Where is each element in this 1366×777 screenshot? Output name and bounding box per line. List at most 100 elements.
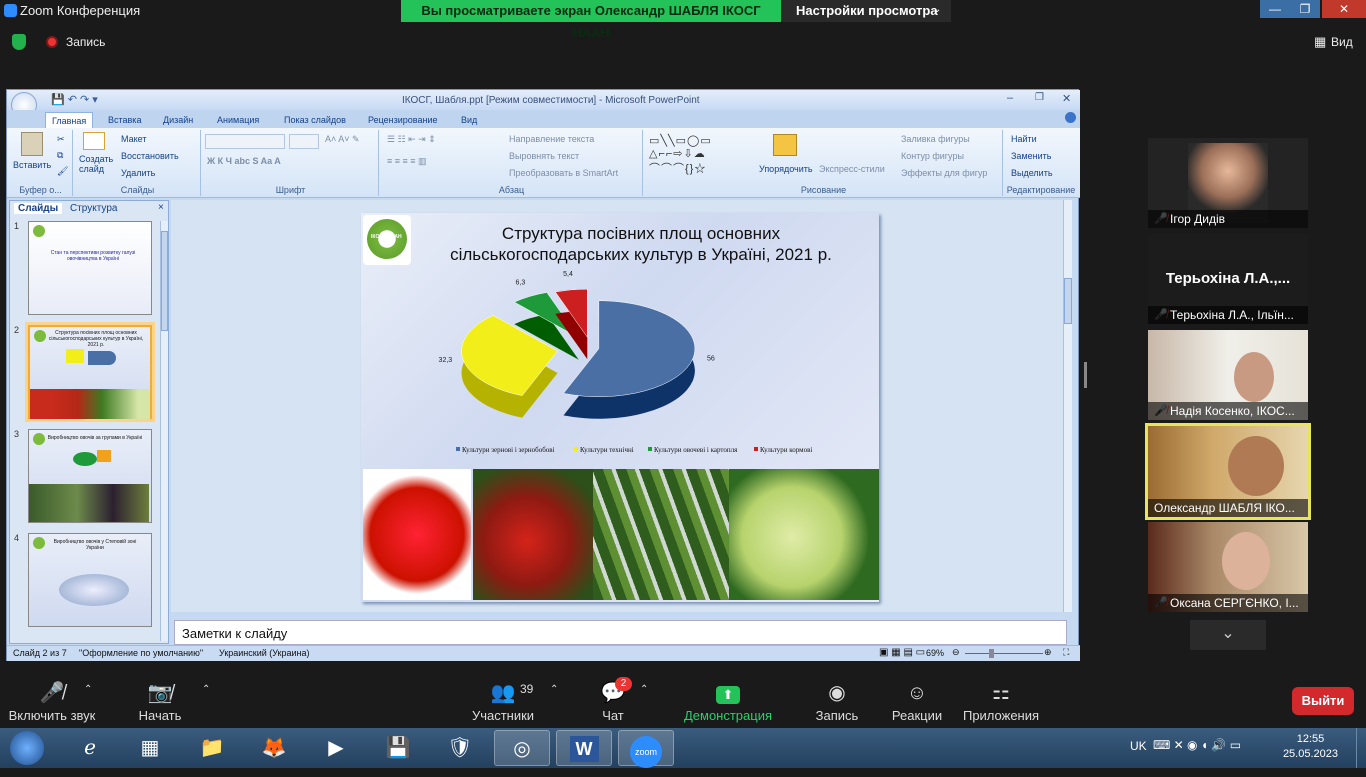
save-disk-icon[interactable]: 💾 bbox=[370, 730, 426, 766]
participant-tile[interactable]: 🎤̸ Надія Косенко, ІКОС... bbox=[1148, 330, 1308, 420]
clock[interactable]: 12:55 25.05.2023 bbox=[1283, 732, 1338, 762]
new-slide-button[interactable]: Создать слайд bbox=[79, 154, 113, 174]
fit-window-icon[interactable]: ⛶ bbox=[1063, 647, 1069, 658]
slide-thumbnail-2[interactable]: Структура посівних площ основних сільськ… bbox=[28, 325, 152, 419]
show-desktop-button[interactable] bbox=[1356, 728, 1366, 768]
tab-view[interactable]: Вид bbox=[455, 112, 483, 128]
view-grid-icon[interactable]: ▦ bbox=[1314, 34, 1326, 50]
tray-icons[interactable]: ⌨ ✕ ◉ ◖ 🔊 ▭ bbox=[1153, 738, 1241, 752]
list-buttons-icon[interactable]: ☰ ☷ ⇤ ⇥ ⇕ bbox=[387, 134, 436, 145]
delete-button[interactable]: Удалить bbox=[121, 168, 155, 178]
tab-design[interactable]: Дизайн bbox=[157, 112, 199, 128]
pane-close-icon[interactable]: × bbox=[158, 202, 164, 213]
chevron-up-icon[interactable]: ⌃ bbox=[84, 684, 92, 695]
shape-fill-button[interactable]: Заливка фигуры bbox=[901, 134, 970, 144]
align-buttons-icon[interactable]: ≡ ≡ ≡ ≡ ▥ bbox=[387, 156, 427, 167]
shape-outline-button[interactable]: Контур фигуры bbox=[901, 151, 964, 161]
chevron-up-icon[interactable]: ⌃ bbox=[640, 684, 648, 695]
participant-tile[interactable]: 🎤̸ Ігор Дидів bbox=[1148, 138, 1308, 228]
arrange-icon[interactable] bbox=[773, 134, 797, 156]
new-slide-icon[interactable] bbox=[83, 132, 105, 150]
chevron-up-icon[interactable]: ⌃ bbox=[202, 684, 210, 695]
participant-tile[interactable]: Терьохіна Л.А.,... 🎤̸ Терьохіна Л.А., Іл… bbox=[1148, 234, 1308, 324]
chevron-up-icon[interactable]: ⌃ bbox=[550, 684, 558, 695]
tab-insert[interactable]: Вставка bbox=[102, 112, 147, 128]
record-button[interactable]: ◉ Запись bbox=[814, 680, 860, 723]
reset-button[interactable]: Восстановить bbox=[121, 151, 179, 161]
maximize-button[interactable]: ❐ bbox=[1290, 0, 1320, 18]
close-button[interactable]: ✕ bbox=[1322, 0, 1366, 18]
zoom-in-icon[interactable]: ⊕ bbox=[1044, 647, 1052, 658]
select-button[interactable]: Выделить bbox=[1011, 168, 1053, 178]
start-button[interactable] bbox=[0, 730, 54, 766]
tab-home[interactable]: Главная bbox=[45, 112, 94, 128]
paste-icon[interactable] bbox=[21, 132, 43, 156]
ie-icon[interactable]: ℯ bbox=[62, 730, 118, 766]
leave-button[interactable]: Выйти bbox=[1292, 687, 1354, 715]
apps-button[interactable]: ⚏ Приложения bbox=[962, 680, 1040, 723]
layout-button[interactable]: Макет bbox=[121, 134, 146, 144]
slide-thumbnail-1[interactable]: Стан та перспективи розвитку галузі овоч… bbox=[28, 221, 152, 315]
cut-icon[interactable]: ✂ bbox=[57, 134, 65, 145]
unmute-button[interactable]: 🎤̸ Включить звук bbox=[8, 680, 96, 723]
tab-review[interactable]: Рецензирование bbox=[362, 112, 444, 128]
explorer-icon[interactable]: 📁 bbox=[184, 730, 240, 766]
word-icon[interactable]: W bbox=[556, 730, 612, 766]
ppt-close-button[interactable]: ✕ bbox=[1062, 92, 1071, 105]
slide-thumbnail-3[interactable]: Виробництво овочів за групами в Україні bbox=[28, 429, 152, 523]
minimize-button[interactable]: — bbox=[1260, 0, 1290, 18]
zoom-slider-handle[interactable] bbox=[989, 649, 994, 658]
slide-scroll-thumb[interactable] bbox=[1064, 278, 1072, 324]
font-name-field[interactable] bbox=[205, 134, 285, 149]
shapes-gallery[interactable]: ▭╲╲▭◯▭ △⌐⌐⇨⇩☁ ⌒⌒⌒{}☆ bbox=[649, 134, 712, 176]
chevron-down-icon[interactable]: ⌄ bbox=[1190, 620, 1266, 650]
slide-thumbnail-4[interactable]: Виробництво овочів у Степовій зоні Украї… bbox=[28, 533, 152, 627]
calculator-icon[interactable]: ▦ bbox=[122, 730, 178, 766]
shield-icon[interactable] bbox=[12, 34, 26, 50]
notes-field[interactable]: Заметки к слайду bbox=[174, 620, 1067, 645]
view-button[interactable]: Вид bbox=[1331, 35, 1353, 49]
pane-scrollbar[interactable] bbox=[160, 221, 168, 641]
format-painter-icon[interactable]: 🖌 bbox=[57, 166, 68, 177]
view-settings-button[interactable]: Настройки просмотра bbox=[796, 0, 938, 22]
arrange-button[interactable]: Упорядочить bbox=[759, 164, 813, 174]
font-format-buttons[interactable]: Ж К Ч abc S Aa A bbox=[207, 156, 281, 166]
zoom-slider[interactable] bbox=[965, 653, 1043, 654]
tab-slideshow[interactable]: Показ слайдов bbox=[278, 112, 352, 128]
ppt-restore-button[interactable]: ❐ bbox=[1035, 92, 1044, 103]
language-status[interactable]: Украинский (Украина) bbox=[219, 648, 310, 658]
quick-access-toolbar[interactable]: 💾 ↶ ↷ ▾ bbox=[51, 93, 98, 106]
smartart-button[interactable]: Преобразовать в SmartArt bbox=[509, 168, 618, 178]
participant-tile[interactable]: 🎤̸ Оксана СЕРГЄНКО, І... bbox=[1148, 522, 1308, 612]
help-icon[interactable] bbox=[1065, 112, 1076, 123]
slide-scrollbar[interactable] bbox=[1063, 200, 1072, 612]
pane-scroll-thumb[interactable] bbox=[161, 231, 168, 331]
replace-button[interactable]: Заменить bbox=[1011, 151, 1051, 161]
font-grow-icon[interactable]: A˄ A˅ ✎ bbox=[325, 134, 360, 145]
quick-styles-button[interactable]: Экспресс-стили bbox=[819, 164, 885, 174]
zoom-taskbar-icon[interactable]: zoom bbox=[618, 730, 674, 768]
copy-icon[interactable]: ⧉ bbox=[57, 150, 63, 161]
tab-outline[interactable]: Структура bbox=[70, 203, 117, 214]
splitter-handle[interactable] bbox=[1084, 362, 1087, 388]
font-size-field[interactable] bbox=[289, 134, 319, 149]
participant-tile-active-speaker[interactable]: Олександр ШАБЛЯ ІКО... bbox=[1145, 423, 1311, 520]
align-text-button[interactable]: Выровнять текст bbox=[509, 151, 579, 161]
chrome-icon[interactable]: ◎ bbox=[494, 730, 550, 766]
view-buttons-icon[interactable]: ▣ ▦ ▤ ▭ bbox=[879, 647, 925, 658]
keyboard-language[interactable]: UK bbox=[1130, 739, 1147, 753]
find-button[interactable]: Найти bbox=[1011, 134, 1037, 144]
zoom-level[interactable]: 69% bbox=[926, 648, 944, 658]
zoom-out-icon[interactable]: ⊖ bbox=[952, 647, 960, 658]
ppt-minimize-button[interactable]: – bbox=[1007, 92, 1013, 104]
vpn-icon[interactable]: 🛡 bbox=[432, 730, 488, 766]
current-slide[interactable]: ІКОСГ НААН Структура посівних площ основ… bbox=[361, 213, 879, 602]
paste-button[interactable]: Вставить bbox=[13, 160, 51, 170]
tab-slides[interactable]: Слайды bbox=[14, 203, 63, 214]
reactions-button[interactable]: ☺ Реакции bbox=[890, 680, 944, 723]
tab-animation[interactable]: Анимация bbox=[211, 112, 265, 128]
firefox-icon[interactable]: 🦊 bbox=[246, 730, 302, 766]
text-direction-button[interactable]: Направление текста bbox=[509, 134, 594, 144]
shape-effects-button[interactable]: Эффекты для фигур bbox=[901, 168, 987, 178]
media-player-icon[interactable]: ▶ bbox=[308, 730, 364, 766]
